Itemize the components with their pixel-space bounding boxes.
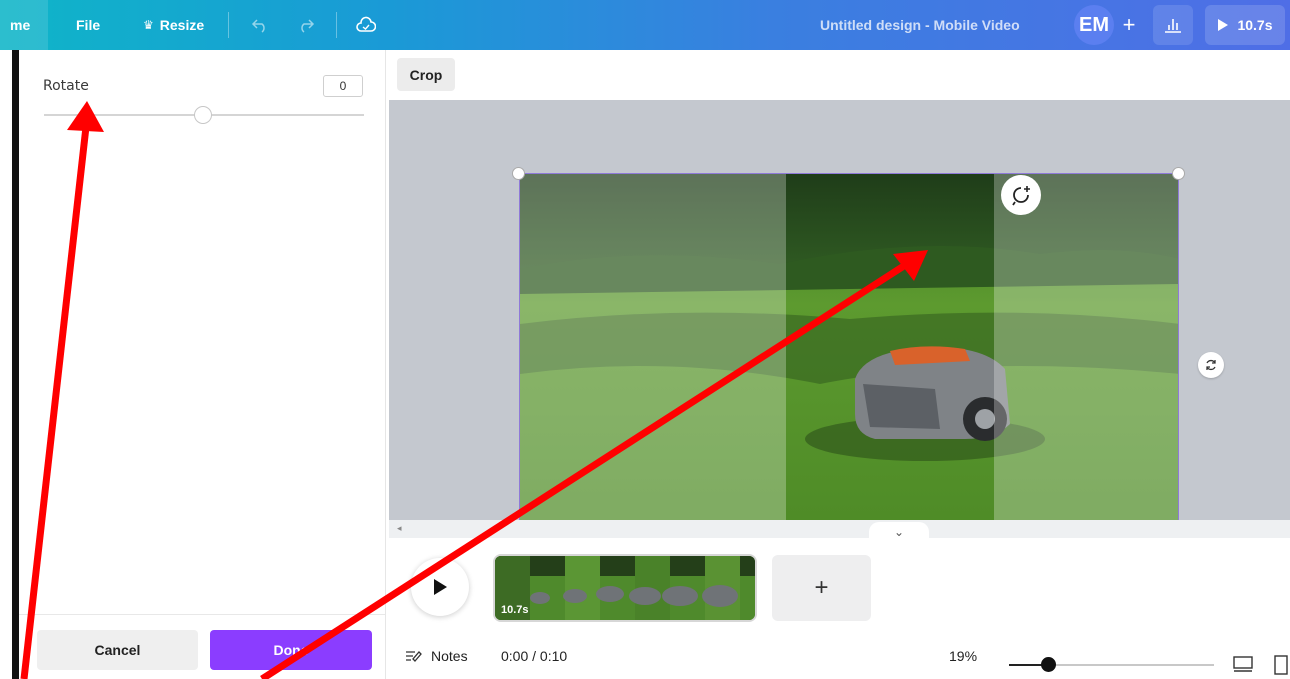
status-bar: Notes 0:00 / 0:10 19% (389, 633, 1290, 679)
video-frame[interactable] (519, 173, 1179, 545)
toolbar-divider (228, 12, 229, 38)
home-button[interactable]: me (0, 0, 48, 50)
notes-label: Notes (431, 648, 468, 664)
left-edge-strip (12, 50, 19, 679)
zoom-percent[interactable]: 19% (949, 633, 977, 679)
play-duration: 10.7s (1237, 17, 1273, 33)
crop-dim-left (520, 174, 786, 544)
file-menu-button[interactable]: File (76, 0, 100, 50)
timecode: 0:00 / 0:10 (501, 648, 568, 664)
crown-icon: ♛ (143, 18, 154, 32)
grid-view-icon (1233, 656, 1253, 672)
avatar[interactable]: EM (1074, 5, 1114, 45)
play-icon (1218, 19, 1229, 31)
notes-button[interactable]: Notes (405, 633, 468, 679)
cancel-button[interactable]: Cancel (37, 630, 198, 670)
video-clip[interactable]: 10.7s (493, 554, 757, 622)
add-page-button[interactable]: + (772, 555, 871, 621)
resize-handle-top-left[interactable] (512, 167, 525, 180)
timeline-play-button[interactable] (411, 558, 469, 616)
fullscreen-button[interactable] (1274, 655, 1290, 675)
cloud-save-icon[interactable] (354, 13, 378, 37)
toolbar-divider (336, 12, 337, 38)
play-icon (434, 579, 447, 595)
home-label: me (10, 17, 31, 33)
canvas-background (389, 100, 1290, 570)
magic-edit-button[interactable] (1001, 175, 1041, 215)
add-collaborator-button[interactable]: + (1112, 5, 1146, 45)
editor-area: Crop ◂ ⌄ 10.7s + Notes 0:00 / 0:10 19% (389, 50, 1290, 679)
design-title[interactable]: Untitled design - Mobile Video (820, 0, 1020, 50)
magic-edit-icon (1012, 186, 1030, 206)
clip-thumbnails (495, 556, 755, 620)
crop-button[interactable]: Crop (397, 58, 455, 91)
resize-button[interactable]: ♛ Resize (143, 0, 204, 50)
clip-duration: 10.7s (501, 604, 529, 616)
fullscreen-icon (1274, 655, 1288, 675)
timeline: 10.7s + (389, 538, 1290, 633)
done-button[interactable]: Done (210, 630, 372, 670)
notes-icon (406, 651, 422, 662)
undo-icon[interactable] (248, 13, 272, 37)
rotate-handle[interactable] (1198, 352, 1224, 378)
zoom-slider-thumb[interactable] (1040, 657, 1056, 672)
canva-editor-window: me File ♛ Resize Untitled design - Mobil… (0, 0, 1290, 679)
top-toolbar: me File ♛ Resize Untitled design - Mobil… (0, 0, 1290, 50)
scroll-left-icon[interactable]: ◂ (397, 523, 402, 534)
play-preview-button[interactable]: 10.7s (1205, 5, 1285, 45)
rotate-value-input[interactable]: 0 (323, 75, 363, 97)
rotate-label: Rotate (43, 78, 89, 94)
chevron-down-icon: ⌄ (893, 525, 905, 539)
rotate-slider-thumb[interactable] (194, 106, 212, 124)
redo-icon[interactable] (294, 13, 318, 37)
insights-button[interactable] (1153, 5, 1193, 45)
panel-divider (19, 614, 385, 615)
bar-chart-icon (1165, 19, 1181, 33)
grid-view-button[interactable] (1232, 655, 1254, 675)
rotate-icon (1206, 359, 1216, 371)
horizontal-scrollbar[interactable]: ◂ (389, 520, 1290, 538)
file-label: File (76, 17, 101, 33)
crop-settings-panel: Rotate 0 Cancel Done (19, 50, 386, 679)
context-toolbar: Crop (389, 50, 1290, 100)
crop-dim-right (994, 174, 1178, 544)
resize-label: Resize (159, 17, 205, 33)
resize-handle-top-right[interactable] (1172, 167, 1185, 180)
